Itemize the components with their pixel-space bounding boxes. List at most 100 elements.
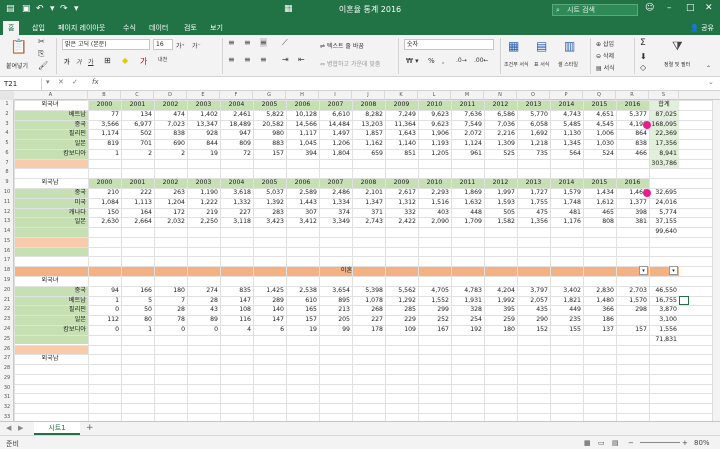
align-center-icon[interactable]: ≡: [244, 55, 251, 64]
data-cell[interactable]: 5,485: [550, 120, 583, 129]
data-cell[interactable]: 108: [220, 305, 253, 314]
data-cell[interactable]: 1,582: [484, 217, 517, 226]
total-cell[interactable]: 99,640: [649, 227, 679, 236]
data-cell[interactable]: 5,770: [517, 110, 550, 119]
data-cell[interactable]: 475: [517, 208, 550, 217]
data-cell[interactable]: 1,030: [583, 139, 616, 148]
total-cell[interactable]: 24,016: [649, 198, 679, 207]
data-cell[interactable]: 328: [451, 305, 484, 314]
data-cell[interactable]: 403: [418, 208, 451, 217]
row-header[interactable]: 2: [0, 110, 14, 120]
data-cell[interactable]: 1,692: [517, 129, 550, 138]
align-middle-icon[interactable]: ≡: [244, 38, 251, 47]
data-cell[interactable]: 1,204: [154, 198, 187, 207]
data-cell[interactable]: 1,821: [550, 296, 583, 305]
data-cell[interactable]: 227: [352, 315, 385, 324]
column-header[interactable]: P: [550, 91, 583, 100]
data-cell[interactable]: 274: [187, 286, 220, 295]
data-cell[interactable]: 481: [550, 208, 583, 217]
select-all-corner[interactable]: [0, 91, 14, 100]
data-cell[interactable]: 1,205: [418, 149, 451, 158]
data-cell[interactable]: 227: [220, 208, 253, 217]
data-cell[interactable]: 3,566: [88, 120, 121, 129]
data-cell[interactable]: 883: [253, 139, 286, 148]
data-cell[interactable]: 4,545: [583, 120, 616, 129]
data-cell[interactable]: 366: [583, 305, 616, 314]
data-cell[interactable]: 1,377: [616, 198, 649, 207]
data-cell[interactable]: 466: [616, 149, 649, 158]
row-header[interactable]: 9: [0, 178, 14, 188]
data-cell[interactable]: 150: [88, 208, 121, 217]
total-cell[interactable]: 32,695: [649, 188, 679, 197]
column-header[interactable]: F: [220, 91, 253, 100]
column-header[interactable]: H: [286, 91, 319, 100]
data-cell[interactable]: 701: [121, 139, 154, 148]
data-cell[interactable]: 1,997: [484, 188, 517, 197]
row-header[interactable]: 15: [0, 237, 14, 247]
data-cell[interactable]: 5,377: [616, 110, 649, 119]
row-header[interactable]: 5: [0, 139, 14, 149]
data-cell[interactable]: 9,623: [418, 120, 451, 129]
data-cell[interactable]: 659: [352, 149, 385, 158]
data-cell[interactable]: 844: [187, 139, 220, 148]
comma-icon[interactable]: ,: [442, 57, 444, 65]
row-header[interactable]: 4: [0, 129, 14, 139]
data-cell[interactable]: 28: [154, 305, 187, 314]
data-cell[interactable]: 157: [286, 315, 319, 324]
data-cell[interactable]: 1,593: [484, 198, 517, 207]
prev-sheet-icon[interactable]: ◀: [6, 424, 11, 432]
align-top-icon[interactable]: ≡: [228, 38, 235, 47]
data-cell[interactable]: 1,516: [418, 198, 451, 207]
data-cell[interactable]: 94: [88, 286, 121, 295]
data-cell[interactable]: 3,349: [319, 217, 352, 226]
data-cell[interactable]: 4,651: [583, 110, 616, 119]
data-cell[interactable]: 808: [583, 217, 616, 226]
total-cell[interactable]: 17,356: [649, 139, 679, 148]
tab-page-layout[interactable]: 페이지 레이아웃: [58, 23, 105, 33]
data-cell[interactable]: 1,443: [286, 198, 319, 207]
data-cell[interactable]: 2,216: [484, 129, 517, 138]
zoom-in-icon[interactable]: +: [682, 439, 688, 447]
data-cell[interactable]: 2,293: [418, 188, 451, 197]
total-cell[interactable]: 16,755: [649, 296, 679, 305]
data-cell[interactable]: 6,058: [517, 120, 550, 129]
total-cell[interactable]: 3,870: [649, 305, 679, 314]
data-cell[interactable]: 809: [220, 139, 253, 148]
row-header[interactable]: 28: [0, 364, 14, 374]
data-cell[interactable]: 1,190: [187, 188, 220, 197]
vertical-scrollbar[interactable]: [712, 100, 720, 421]
data-cell[interactable]: 838: [154, 129, 187, 138]
data-cell[interactable]: 137: [583, 325, 616, 334]
row-header[interactable]: 33: [0, 413, 14, 421]
data-cell[interactable]: 2,630: [88, 217, 121, 226]
data-cell[interactable]: 398: [616, 208, 649, 217]
cut-icon[interactable]: ✂: [38, 37, 45, 46]
sidebar-toggle-icon[interactable]: ▤: [6, 4, 15, 14]
row-header[interactable]: 24: [0, 325, 14, 335]
data-cell[interactable]: 1,117: [286, 129, 319, 138]
data-cell[interactable]: 229: [385, 315, 418, 324]
data-cell[interactable]: 1,334: [319, 198, 352, 207]
undo-icon[interactable]: ↶: [36, 4, 44, 14]
data-cell[interactable]: 157: [253, 149, 286, 158]
data-cell[interactable]: 9,623: [418, 110, 451, 119]
cell-style-icon[interactable]: ▥: [564, 39, 575, 53]
row-header[interactable]: 26: [0, 345, 14, 355]
row-header[interactable]: 13: [0, 217, 14, 227]
name-box[interactable]: T21: [2, 78, 42, 90]
data-cell[interactable]: 374: [319, 208, 352, 217]
data-cell[interactable]: 1,345: [550, 139, 583, 148]
total-cell[interactable]: 87,025: [649, 110, 679, 119]
data-cell[interactable]: 180: [484, 325, 517, 334]
data-cell[interactable]: 3,412: [286, 217, 319, 226]
add-sheet-icon[interactable]: +: [86, 423, 94, 433]
data-cell[interactable]: 1,174: [88, 129, 121, 138]
italic-icon[interactable]: 가: [76, 57, 82, 66]
row-header[interactable]: 8: [0, 168, 14, 178]
data-cell[interactable]: 2,057: [517, 296, 550, 305]
data-cell[interactable]: 2,072: [451, 129, 484, 138]
data-cell[interactable]: 864: [616, 129, 649, 138]
insert-button[interactable]: ⊕ 삽입: [596, 39, 614, 48]
data-cell[interactable]: 172: [154, 208, 187, 217]
fill-color-icon[interactable]: ◆: [122, 56, 128, 65]
